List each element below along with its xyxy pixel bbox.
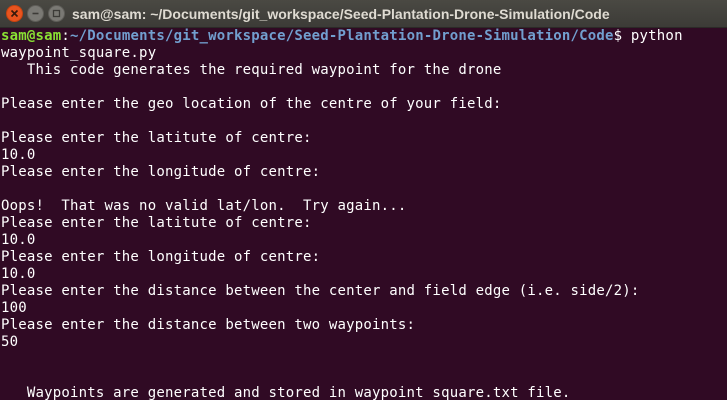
output-line: Please enter the latitute of centre: (1, 215, 312, 231)
prompt-command: python (630, 28, 683, 44)
output-line: 10.0 (1, 266, 36, 282)
output-line: Please enter the latitute of centre: (1, 130, 312, 146)
window-title: sam@sam: ~/Documents/git_workspace/Seed-… (72, 5, 610, 22)
output-line: 100 (1, 300, 27, 316)
output-line: 10.0 (1, 232, 36, 248)
close-icon (10, 9, 19, 18)
output-line: 50 (1, 334, 19, 350)
output-line: This code generates the required waypoin… (1, 62, 502, 78)
minimize-icon (32, 12, 39, 15)
output-line: 10.0 (1, 147, 36, 163)
title-bar: sam@sam: ~/Documents/git_workspace/Seed-… (0, 0, 727, 28)
output-line: Please enter the geo location of the cen… (1, 96, 502, 112)
output-line: waypoint_square.py (1, 45, 157, 61)
output-line: Oops! That was no valid lat/lon. Try aga… (1, 198, 407, 214)
prompt-separator: : (61, 28, 71, 44)
maximize-icon (52, 9, 61, 18)
prompt-symbol: $ (613, 28, 631, 44)
output-line: Please enter the distance between two wa… (1, 317, 416, 333)
close-button[interactable] (6, 5, 23, 22)
prompt-user-host: sam@sam (1, 28, 62, 44)
prompt-line: sam@sam:~/Documents/git_workspace/Seed-P… (1, 28, 727, 45)
output-line: Please enter the longitude of centre: (1, 164, 321, 180)
terminal-output[interactable]: sam@sam:~/Documents/git_workspace/Seed-P… (0, 28, 727, 400)
maximize-button[interactable] (48, 5, 65, 22)
output-line: Please enter the distance between the ce… (1, 283, 640, 299)
window-controls (0, 5, 70, 22)
output-line: Please enter the longitude of centre: (1, 249, 321, 265)
terminal-window: sam@sam: ~/Documents/git_workspace/Seed-… (0, 0, 727, 400)
minimize-button[interactable] (27, 5, 44, 22)
prompt-path: ~/Documents/git_workspace/Seed-Plantatio… (70, 28, 614, 44)
output-line: Waypoints are generated and stored in wa… (1, 385, 571, 400)
